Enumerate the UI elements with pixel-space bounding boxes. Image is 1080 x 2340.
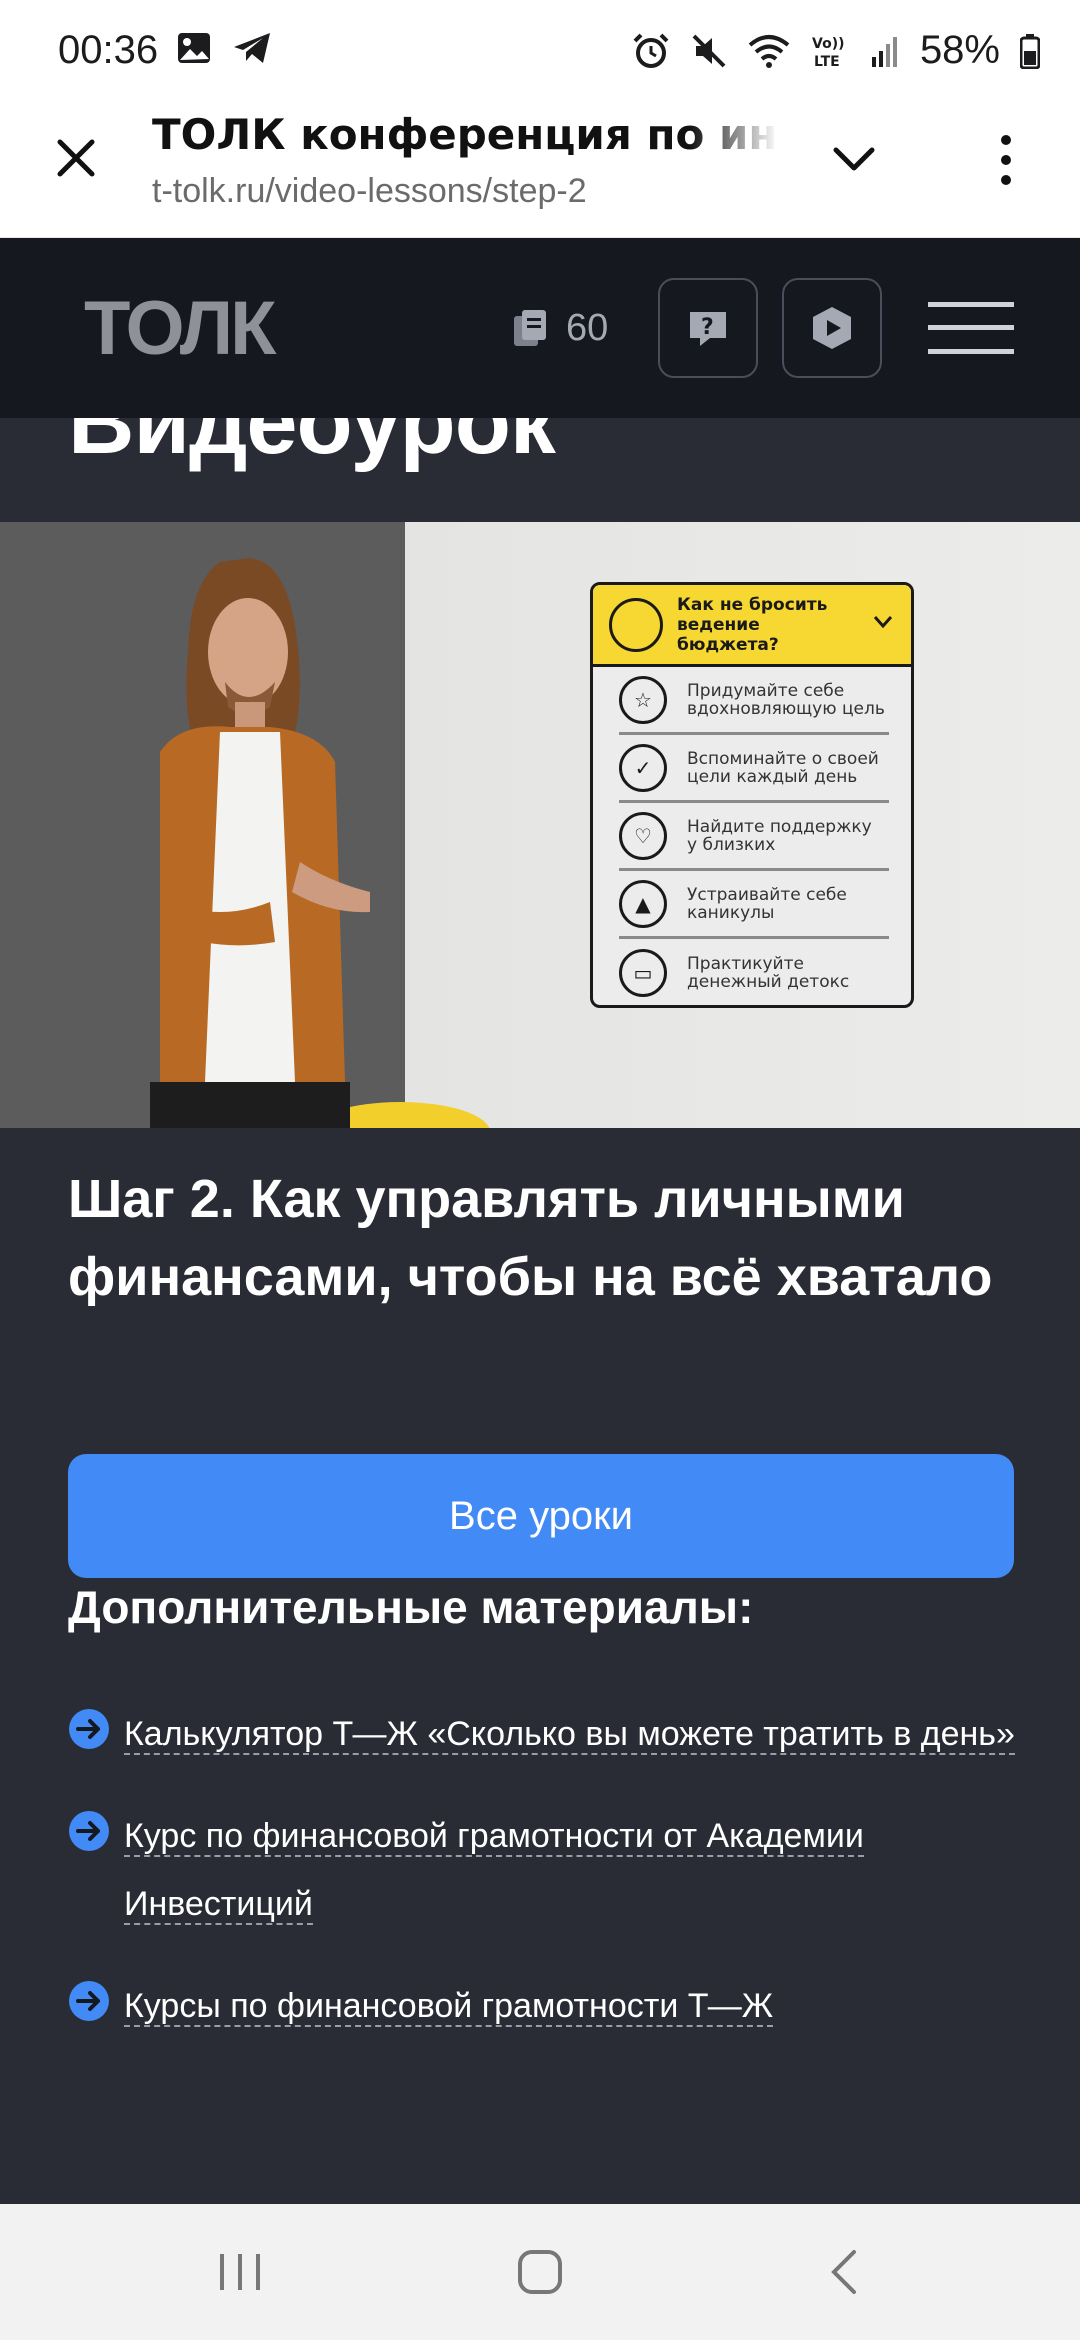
browser-toolbar: ТОЛК конференция по инвест t-tolk.ru/vid… [0,100,1080,238]
image-icon [178,33,210,63]
link-tj-courses[interactable]: Курсы по финансовой грамотности Т—Ж [124,1987,774,2027]
status-time: 00:36 [58,28,159,72]
presenter-image [150,558,490,1128]
video-button[interactable] [782,278,882,378]
svg-text:ТОЛК: ТОЛК [84,288,277,368]
telegram-icon [234,33,270,63]
alarm-icon [633,33,669,68]
system-nav-bar [0,2204,1080,2340]
back-icon[interactable] [826,2248,862,2296]
card-item: ▲ Устраивайте себе каникулы [619,871,889,939]
page-url[interactable]: t-tolk.ru/video-lessons/step-2 [152,172,587,211]
arrow-right-circle-icon [69,1709,109,1749]
wallet-icon: ▭ [619,949,667,997]
help-button[interactable]: ? [658,278,758,378]
all-lessons-button[interactable]: Все уроки [68,1454,1014,1578]
budget-tips-card: Как не бросить ведение бюджета? ☆ Придума… [590,582,914,1008]
arrow-right-circle-icon [69,1981,109,2021]
cards-count: 60 [566,306,609,349]
home-heart-icon: ♡ [619,811,667,860]
svg-text:?: ? [701,315,714,340]
question-chat-icon: ? [690,312,726,346]
list-item: Курсы по финансовой грамотности Т—Ж [68,1972,1028,2040]
party-hat-icon: ▲ [619,879,667,928]
site-header: ТОЛК 60 ? [0,238,1080,418]
list-item: Калькулятор Т—Ж «Сколько вы можете трати… [68,1700,1028,1768]
card-item: ✓ Вспоминайте о своей цели каждый день [619,735,889,803]
list-item: Курс по финансовой грамотности от Академ… [68,1802,1028,1938]
video-player[interactable]: Как не бросить ведение бюджета? ☆ Придума… [0,522,1080,1128]
link-investment-academy-course[interactable]: Курс по финансовой грамотности от Академ… [124,1817,864,1925]
volte-icon: Vo)) LTE [812,36,844,70]
hamburger-menu-icon[interactable] [926,300,1016,356]
recent-apps-icon[interactable] [214,2248,266,2296]
star-icon: ☆ [619,675,667,724]
mute-icon [692,34,726,67]
card-item: ☆ Придумайте себе вдохновляющую цель [619,667,889,735]
section-heading: Видеоурок [68,418,556,473]
signal-icon [871,36,897,67]
svg-text:LTE: LTE [814,54,840,70]
cards-icon [514,310,546,346]
card-header: Как не бросить ведение бюджета? [677,594,828,655]
play-hexagon-icon [813,307,851,349]
more-menu-icon[interactable] [978,128,1034,192]
wifi-icon [748,34,790,68]
link-calculator[interactable]: Калькулятор Т—Ж «Сколько вы можете трати… [124,1715,1015,1755]
close-icon[interactable] [48,130,104,186]
chevron-down-icon [873,616,893,629]
extra-materials-title: Дополнительные материалы: [68,1581,754,1633]
cards-counter[interactable]: 60 [510,306,608,350]
svg-text:Vo)): Vo)) [812,36,844,52]
arrow-right-circle-icon [69,1811,109,1851]
battery-icon [1020,33,1040,69]
card-item: ♡ Найдите поддержку у близких [619,803,889,871]
calendar-check-icon: ✓ [619,743,667,792]
tolk-logo[interactable]: ТОЛК [84,288,314,368]
extra-materials-list: Калькулятор Т—Ж «Сколько вы можете трати… [68,1700,1028,2074]
home-icon[interactable] [516,2248,566,2296]
chart-magnifier-icon [609,597,663,652]
card-item: ▭ Практикуйте денежный детокс [619,939,889,1005]
battery-percent: 58% [919,28,1000,72]
lesson-title: Шаг 2. Как управлять личными финансами, … [68,1169,993,1307]
page-title: ТОЛК конференция по инвест [152,110,778,159]
status-bar: 00:36 Vo)) LTE 58% [0,0,1080,100]
chevron-down-icon[interactable] [826,130,882,186]
